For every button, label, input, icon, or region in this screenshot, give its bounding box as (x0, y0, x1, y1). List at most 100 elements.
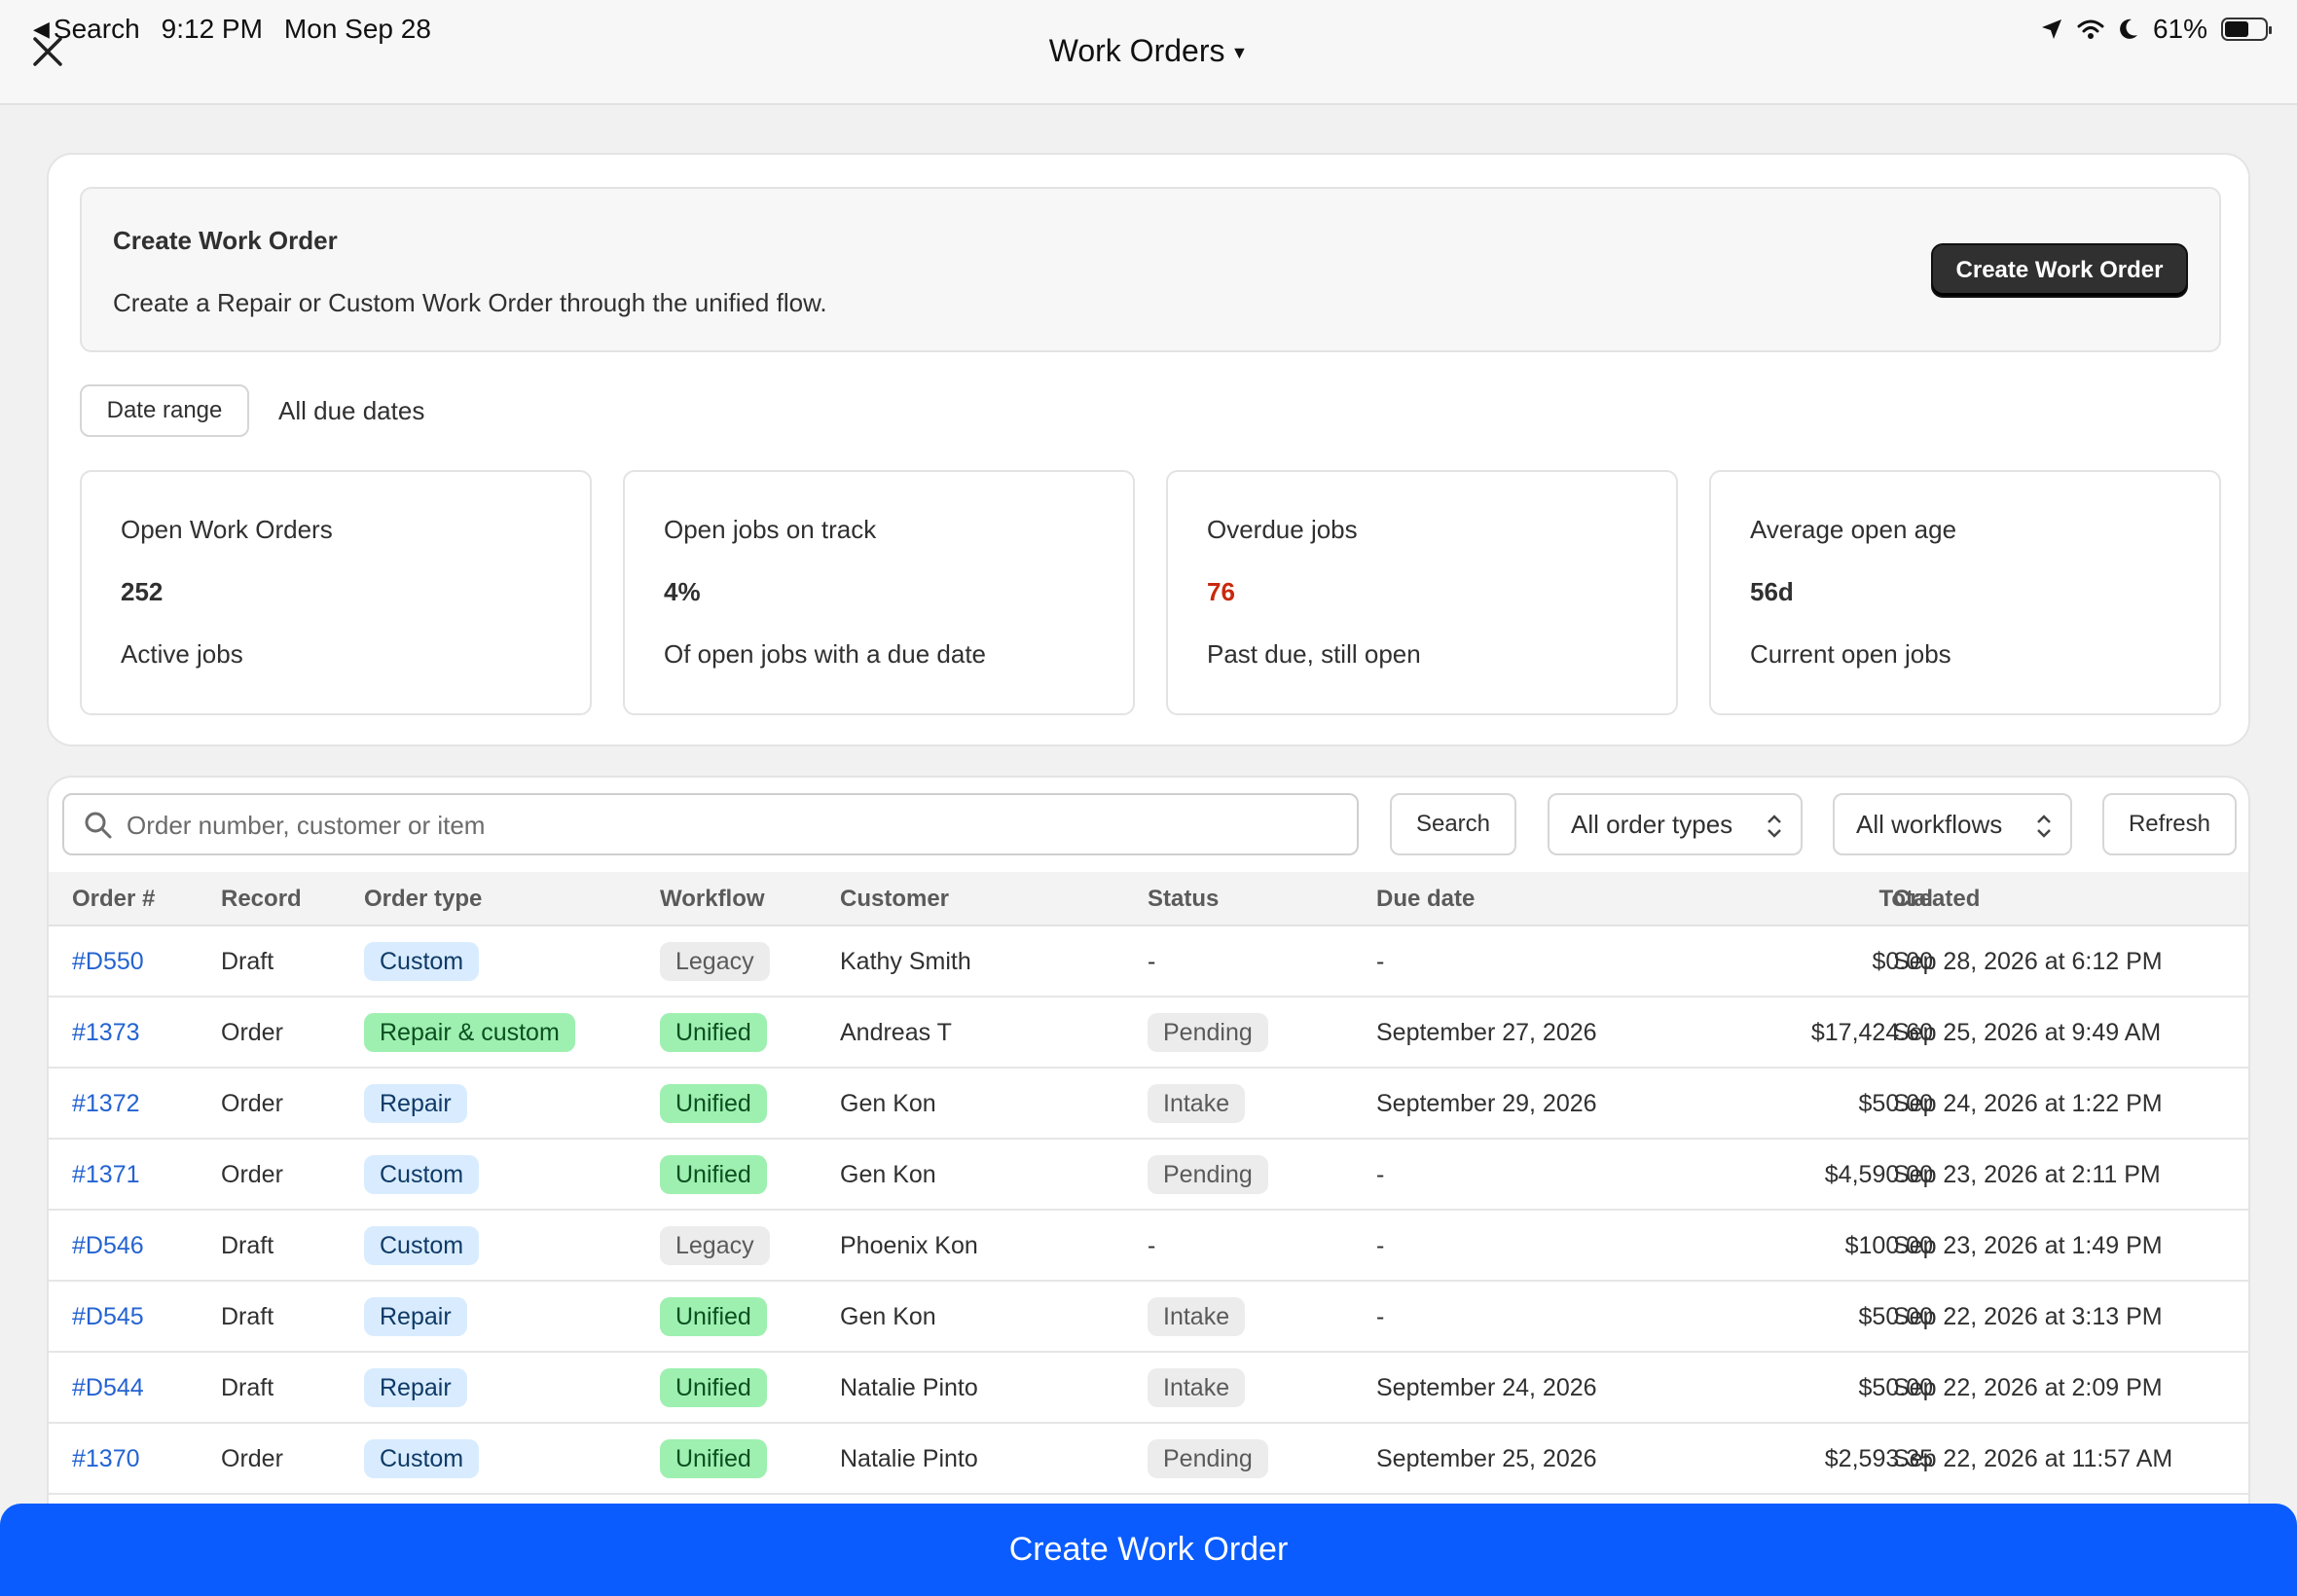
column-header-type[interactable]: Order type (364, 886, 482, 913)
location-icon (2041, 19, 2061, 39)
metric-title: Open jobs on track (664, 515, 877, 544)
metric-card-overdue: Overdue jobs 76 Past due, still open (1166, 470, 1678, 715)
metric-value: 76 (1207, 577, 1235, 606)
created-cell: Sep 22, 2026 at 3:13 PM (1893, 1303, 2163, 1330)
due-date-cell: September 25, 2026 (1376, 1445, 1597, 1472)
metric-value: 56d (1750, 577, 1794, 606)
order-type-badge: Custom (364, 942, 480, 981)
moon-icon (2120, 18, 2137, 39)
due-date-cell: September 27, 2026 (1376, 1019, 1597, 1046)
battery-icon (2221, 18, 2272, 41)
created-cell: Sep 28, 2026 at 6:12 PM (1893, 948, 2163, 975)
workflow-badge: Legacy (660, 942, 770, 981)
status-badge: Pending (1148, 1439, 1268, 1478)
workflow-badge: Unified (660, 1368, 767, 1407)
created-cell: Sep 23, 2026 at 1:49 PM (1893, 1232, 2163, 1259)
table-row[interactable]: #D550 Draft Custom Legacy Kathy Smith - - $0.00… (49, 926, 2248, 998)
table-row[interactable]: #D546 Draft Custom Legacy Phoenix Kon - - $100.… (49, 1211, 2248, 1282)
order-type-badge: Repair (364, 1297, 467, 1336)
search-button[interactable]: Search (1390, 793, 1516, 855)
table-row[interactable]: #D544 Draft Repair Unified Natalie Pinto Inta… (49, 1353, 2248, 1424)
due-date-cell: September 29, 2026 (1376, 1090, 1597, 1117)
customer-cell: Gen Kon (840, 1303, 936, 1330)
overview-card: Create Work Order Create a Repair or Cus… (47, 153, 2250, 746)
search-input[interactable]: Order number, customer or item (62, 793, 1359, 855)
wifi-icon (2077, 19, 2104, 39)
column-header-record[interactable]: Record (221, 886, 302, 913)
workflow-badge: Unified (660, 1155, 767, 1194)
record-cell: Order (221, 1090, 283, 1117)
workflow-badge: Unified (660, 1297, 767, 1336)
customer-cell: Andreas T (840, 1019, 952, 1046)
column-header-status[interactable]: Status (1148, 886, 1219, 913)
workflow-badge: Unified (660, 1084, 767, 1123)
metric-card-average-age: Average open age 56d Current open jobs (1709, 470, 2221, 715)
order-type-badge: Repair & custom (364, 1013, 575, 1052)
date-range-button[interactable]: Date range (80, 384, 249, 437)
customer-cell: Natalie Pinto (840, 1374, 978, 1401)
create-panel-description: Create a Repair or Custom Work Order thr… (113, 288, 827, 317)
record-cell: Order (221, 1161, 283, 1188)
status-badge: Pending (1148, 1155, 1268, 1194)
column-header-workflow[interactable]: Workflow (660, 886, 765, 913)
workflow-badge: Unified (660, 1439, 767, 1478)
metric-title: Average open age (1750, 515, 1957, 544)
metric-subtitle: Past due, still open (1207, 639, 1421, 669)
column-header-order[interactable]: Order # (72, 886, 155, 913)
chevron-updown-icon (2037, 815, 2051, 838)
created-cell: Sep 23, 2026 at 2:11 PM (1893, 1161, 2161, 1188)
order-number-link[interactable]: #D544 (72, 1374, 144, 1402)
date-range-value: All due dates (278, 396, 425, 425)
workflow-badge: Unified (660, 1013, 767, 1052)
create-work-order-button[interactable]: Create Work Order (1931, 243, 2188, 298)
table-row[interactable]: #1372 Order Repair Unified Gen Kon Intake Sept… (49, 1069, 2248, 1140)
created-cell: Sep 22, 2026 at 11:57 AM (1893, 1445, 2173, 1472)
order-number-link[interactable]: #1373 (72, 1019, 140, 1047)
created-cell: Sep 25, 2026 at 9:49 AM (1893, 1019, 2162, 1046)
column-header-due[interactable]: Due date (1376, 886, 1475, 913)
table-row[interactable]: #D545 Draft Repair Unified Gen Kon Intake - $50… (49, 1282, 2248, 1353)
order-number-link[interactable]: #1371 (72, 1161, 140, 1189)
status-cell: - (1148, 1232, 1156, 1259)
order-type-badge: Custom (364, 1439, 480, 1478)
work-orders-table-card: Order number, customer or item Search Al… (47, 776, 2250, 1596)
caret-down-icon: ▼ (1230, 43, 1249, 63)
record-cell: Draft (221, 1232, 274, 1259)
metric-subtitle: Current open jobs (1750, 639, 1951, 669)
battery-fill (2225, 21, 2249, 37)
status-badge: Intake (1148, 1297, 1246, 1336)
metric-card-on-track: Open jobs on track 4% Of open jobs with … (623, 470, 1135, 715)
order-type-select-value: All order types (1571, 809, 1733, 839)
column-header-created[interactable]: Created (1893, 886, 1980, 913)
order-number-link[interactable]: #D550 (72, 948, 144, 976)
table-row[interactable]: #1370 Order Custom Unified Natalie Pinto Pend… (49, 1424, 2248, 1495)
chevron-updown-icon (1768, 815, 1781, 838)
column-header-customer[interactable]: Customer (840, 886, 949, 913)
order-number-link[interactable]: #D545 (72, 1303, 144, 1331)
refresh-button[interactable]: Refresh (2102, 793, 2237, 855)
order-type-select[interactable]: All order types (1548, 793, 1803, 855)
metric-card-open-orders: Open Work Orders 252 Active jobs (80, 470, 592, 715)
status-badge: Intake (1148, 1368, 1246, 1407)
metric-value: 4% (664, 577, 701, 606)
metric-title: Overdue jobs (1207, 515, 1358, 544)
customer-cell: Gen Kon (840, 1161, 936, 1188)
workflow-select[interactable]: All workflows (1833, 793, 2072, 855)
order-number-link[interactable]: #1370 (72, 1445, 140, 1473)
nav-title-dropdown[interactable]: Work Orders ▼ (0, 33, 2297, 69)
bottom-create-work-order-button[interactable]: Create Work Order (0, 1504, 2297, 1596)
customer-cell: Kathy Smith (840, 948, 971, 975)
table-row[interactable]: #1373 Order Repair & custom Unified Andreas … (49, 998, 2248, 1069)
customer-cell: Phoenix Kon (840, 1232, 978, 1259)
record-cell: Draft (221, 1303, 274, 1330)
due-date-cell: - (1376, 1303, 1385, 1330)
order-number-link[interactable]: #1372 (72, 1090, 140, 1118)
top-bar: ◀ Search 9:12 PM Mon Sep 28 Work Orders ▼… (0, 0, 2297, 105)
created-cell: Sep 22, 2026 at 2:09 PM (1893, 1374, 2163, 1401)
table-row[interactable]: #1371 Order Custom Unified Gen Kon Pending - $4… (49, 1140, 2248, 1211)
customer-cell: Gen Kon (840, 1090, 936, 1117)
workflow-select-value: All workflows (1856, 809, 2003, 839)
create-panel-heading: Create Work Order (113, 226, 338, 255)
order-number-link[interactable]: #D546 (72, 1232, 144, 1260)
search-icon (85, 812, 112, 839)
